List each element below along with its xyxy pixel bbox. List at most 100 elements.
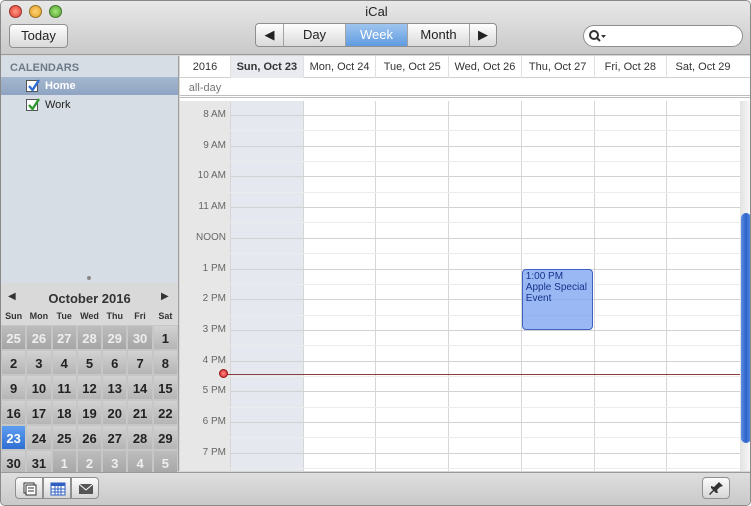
mini-calendar-day[interactable]: 26 — [26, 325, 52, 350]
day-column-header[interactable]: Mon, Oct 24 — [302, 56, 376, 78]
mini-calendar-day[interactable]: 27 — [102, 425, 128, 450]
view-switcher: ◀ Day Week Month ▶ — [255, 23, 497, 47]
half-hour-line — [230, 314, 740, 316]
previous-button[interactable]: ◀ — [256, 24, 284, 46]
month-view-button[interactable]: Month — [408, 24, 470, 46]
mini-calendar-day[interactable]: 28 — [127, 425, 153, 450]
mini-next-month-button[interactable]: ▶ — [161, 291, 169, 302]
day-column-header[interactable]: Wed, Oct 26 — [448, 56, 521, 78]
day-column[interactable] — [666, 101, 739, 471]
mini-calendar-day[interactable]: 29 — [102, 325, 128, 350]
mini-calendar-day[interactable]: 13 — [102, 375, 128, 400]
mini-calendar-day[interactable]: 24 — [26, 425, 52, 450]
mini-calendar-day[interactable]: 17 — [26, 400, 52, 425]
mini-calendar-day[interactable]: 4 — [51, 350, 77, 375]
week-view-button[interactable]: Week — [346, 24, 408, 46]
search-field[interactable] — [583, 25, 743, 47]
mini-calendar-day[interactable]: 29 — [152, 425, 178, 450]
calendar-name: Home — [45, 80, 76, 92]
mini-calendar-day[interactable]: 12 — [76, 375, 103, 400]
show-mini-calendar-button[interactable] — [43, 477, 71, 499]
pin-button[interactable] — [702, 477, 730, 499]
day-column[interactable] — [302, 101, 376, 471]
ical-window: iCal Today ◀ Day Week Month ▶ CALENDARS … — [0, 0, 751, 506]
mini-calendar-day[interactable]: 16 — [1, 400, 27, 425]
half-hour-line — [230, 406, 740, 408]
mini-calendar-icon — [50, 482, 66, 496]
mini-calendar-day[interactable]: 21 — [127, 400, 153, 425]
mini-calendar-day[interactable]: 7 — [127, 350, 153, 375]
toolbar: iCal Today ◀ Day Week Month ▶ — [1, 1, 750, 55]
show-calendar-list-button[interactable] — [15, 477, 43, 499]
mini-calendar-day[interactable]: 10 — [26, 375, 52, 400]
hour-line — [230, 329, 740, 331]
calendar-item-home[interactable]: Home — [1, 77, 178, 95]
day-column-header[interactable]: Sat, Oct 29 — [666, 56, 739, 78]
drag-dot-icon — [87, 276, 91, 280]
time-grid[interactable]: 8 AM 9 AM 10 AM 11 AM NOON 1 PM 2 PM 3 PM 4 PM 5 … — [180, 101, 740, 471]
mini-calendar-day[interactable]: 28 — [76, 325, 103, 350]
today-button[interactable]: Today — [9, 24, 68, 48]
mini-calendar-day[interactable]: 5 — [76, 350, 103, 375]
calendar-name: Work — [45, 99, 71, 111]
mini-calendar-day[interactable]: 20 — [102, 400, 128, 425]
mini-calendar-day[interactable]: 15 — [152, 375, 178, 400]
home-checkbox[interactable] — [26, 79, 41, 92]
mini-calendar-day[interactable]: 9 — [1, 375, 27, 400]
mini-calendar-day[interactable]: 25 — [51, 425, 77, 450]
mini-calendar: ◀ October 2016 ▶ Sun Mon Tue Wed Thu Fri Sat 2… — [1, 283, 178, 475]
hour-line — [230, 207, 740, 209]
all-day-row[interactable]: all-day — [180, 78, 750, 98]
hour-label: NOON — [196, 231, 226, 243]
day-column[interactable] — [375, 101, 448, 471]
half-hour-line — [230, 191, 740, 193]
work-checkbox[interactable] — [26, 98, 41, 111]
day-column-header[interactable]: Thu, Oct 27 — [520, 56, 594, 78]
day-view-button[interactable]: Day — [284, 24, 346, 46]
hour-line — [230, 360, 740, 362]
mini-calendar-day[interactable]: 3 — [26, 350, 52, 375]
week-view: 2016 Sun, Oct 23 Mon, Oct 24 Tue, Oct 25 We… — [180, 56, 750, 471]
mini-calendar-day[interactable]: 26 — [76, 425, 103, 450]
mini-calendar-day[interactable]: 11 — [51, 375, 77, 400]
mini-calendar-day[interactable]: 6 — [102, 350, 128, 375]
day-header-row: 2016 Sun, Oct 23 Mon, Oct 24 Tue, Oct 25 We… — [180, 56, 750, 78]
event-time: 1:00 PM — [525, 270, 564, 282]
hour-label: 1 PM — [202, 262, 226, 274]
day-column-header[interactable]: Tue, Oct 25 — [375, 56, 448, 78]
hour-line — [230, 176, 740, 178]
mini-calendar-day[interactable]: 18 — [51, 400, 77, 425]
weekday-label: Fri — [134, 311, 146, 321]
calendar-item-work[interactable]: Work — [1, 96, 178, 114]
mini-calendar-day[interactable]: 14 — [127, 375, 153, 400]
mini-calendar-day[interactable]: 27 — [51, 325, 77, 350]
day-column[interactable] — [593, 101, 667, 471]
vertical-scrollbar[interactable] — [740, 101, 750, 471]
show-notifications-button[interactable] — [71, 477, 99, 499]
mini-calendar-day[interactable]: 25 — [1, 325, 27, 350]
mini-calendar-day[interactable]: 8 — [152, 350, 178, 375]
split-view-handle[interactable] — [1, 274, 178, 282]
mini-calendar-day[interactable]: 23 — [1, 425, 27, 450]
next-button[interactable]: ▶ — [470, 24, 496, 46]
hour-label: 6 PM — [202, 416, 226, 427]
search-input[interactable] — [608, 28, 738, 44]
scrollbar-thumb[interactable] — [741, 213, 750, 443]
checkmark-icon — [28, 79, 41, 92]
mini-calendar-day[interactable]: 22 — [152, 400, 178, 425]
day-column[interactable] — [230, 101, 303, 471]
pushpin-icon — [709, 482, 723, 495]
triangle-right-icon: ▶ — [161, 291, 169, 302]
calendar-event[interactable]: 1:00 PM Apple Special Event — [521, 268, 594, 330]
hour-label: 8 AM — [203, 109, 226, 120]
mini-calendar-day[interactable]: 2 — [1, 350, 27, 375]
hour-line — [230, 422, 740, 423]
mini-calendar-day[interactable]: 1 — [152, 325, 178, 350]
sidebar: CALENDARS Home Work ◀ October 2016 ▶ Sun… — [1, 56, 179, 475]
mini-calendar-day[interactable]: 19 — [76, 400, 103, 425]
day-column[interactable] — [448, 101, 521, 471]
half-hour-line — [230, 130, 740, 132]
day-column-header[interactable]: Sun, Oct 23 — [230, 56, 303, 78]
day-column-header[interactable]: Fri, Oct 28 — [593, 56, 667, 78]
mini-calendar-day[interactable]: 30 — [127, 325, 153, 350]
